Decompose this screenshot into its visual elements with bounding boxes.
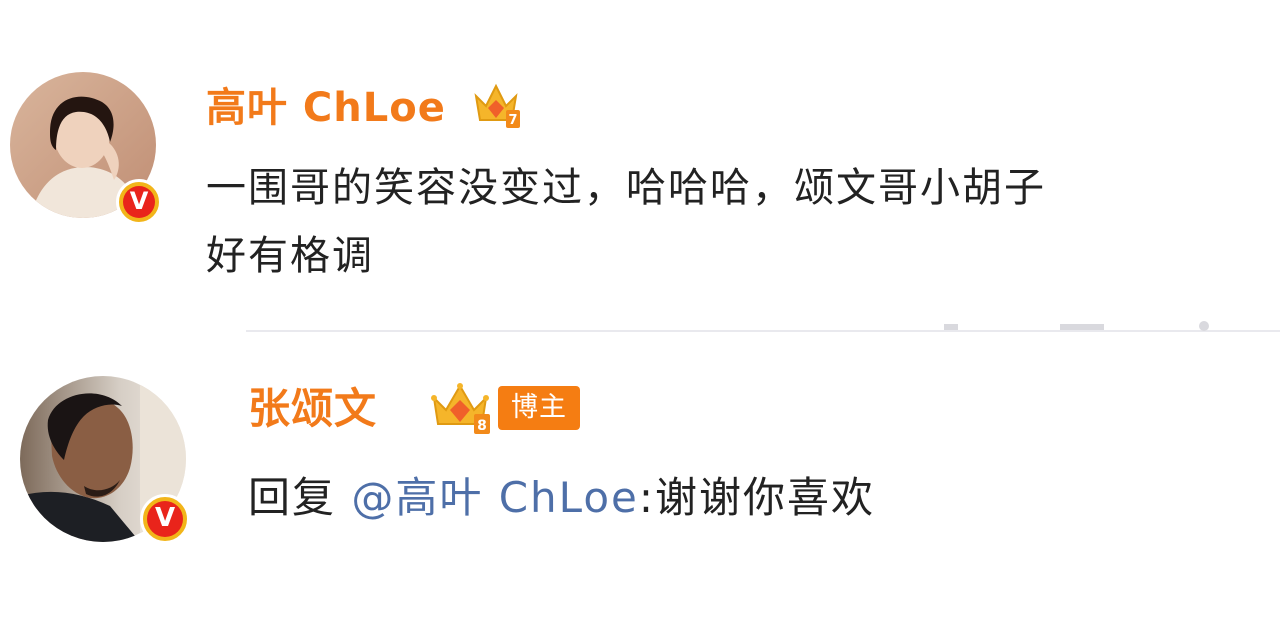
reply-prefix: 回复 — [248, 473, 352, 522]
action-icons — [944, 321, 1209, 331]
crown-level: 7 — [508, 113, 517, 128]
crown-level: 8 — [477, 418, 487, 434]
comment-icon — [1060, 324, 1104, 330]
comment-text: 一围哥的笑容没变过，哈哈哈，颂文哥小胡子 好有格调 — [206, 154, 1276, 290]
vip-crown-icon: 7 — [474, 83, 520, 128]
comment-thread: V 高叶 ChLoe 7 一围哥的笑容没变过，哈哈哈，颂文哥小胡子 好有格调 V… — [0, 0, 1280, 640]
verified-v-icon: V — [140, 494, 190, 544]
share-icon — [944, 324, 958, 330]
like-icon — [1199, 321, 1209, 331]
mention-link[interactable]: @高叶 ChLoe — [351, 473, 639, 522]
username[interactable]: 高叶 ChLoe — [206, 80, 446, 136]
reply-message: :谢谢你喜欢 — [638, 473, 876, 522]
comment-text-line-1: 一围哥的笑容没变过，哈哈哈，颂文哥小胡子 — [206, 165, 1046, 211]
verified-v-icon: V — [116, 179, 162, 225]
reply-text: 回复 @高叶 ChLoe:谢谢你喜欢 — [248, 464, 1268, 532]
blogger-badge: 博主 — [498, 386, 580, 430]
vip-crown-icon: 8 — [431, 383, 490, 434]
username[interactable]: 张颂文 — [248, 380, 377, 438]
comment-text-line-2: 好有格调 — [206, 233, 374, 279]
